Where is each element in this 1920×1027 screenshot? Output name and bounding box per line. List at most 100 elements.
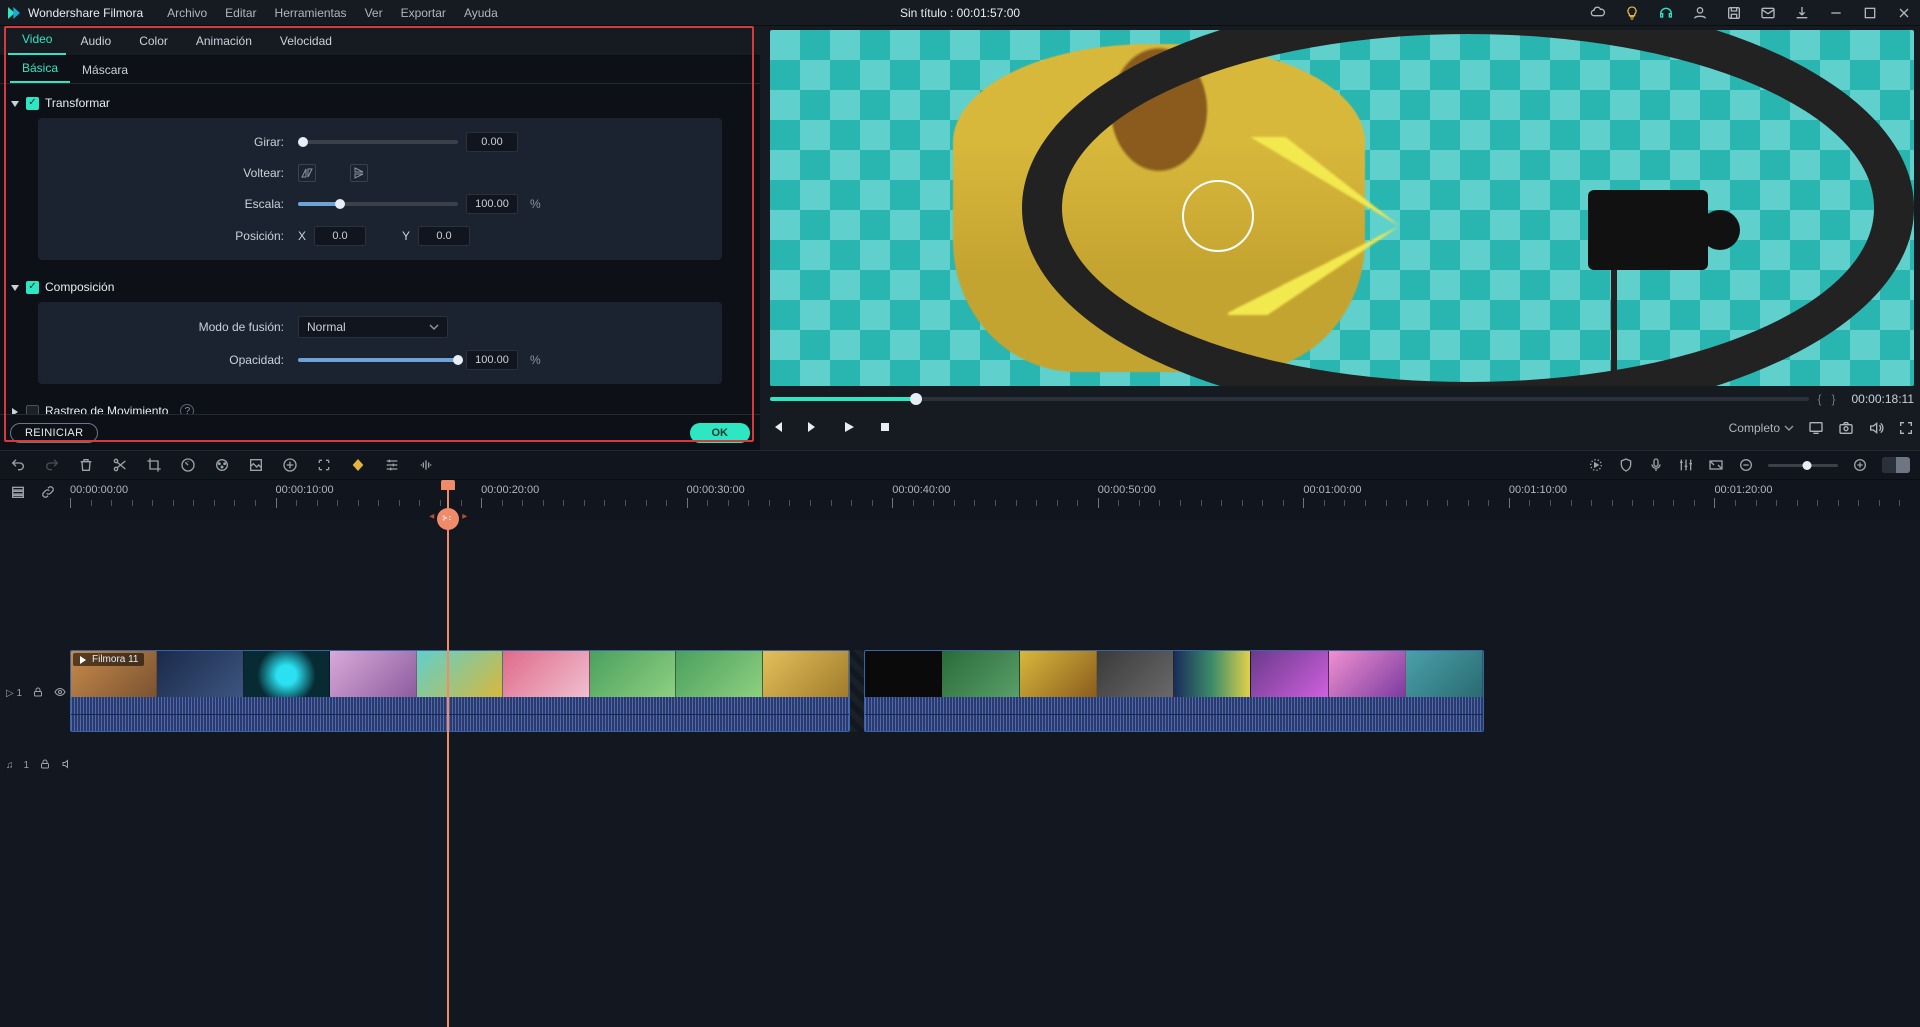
blend-mode-dropdown[interactable]: Normal (298, 316, 448, 338)
preview-viewport[interactable] (770, 30, 1914, 386)
mark-in-icon[interactable]: { (1815, 392, 1823, 406)
video-clip[interactable] (864, 650, 1484, 732)
mark-out-icon[interactable]: } (1829, 392, 1837, 406)
track-area[interactable]: Filmora 11 (70, 520, 1920, 1027)
main-content: Video Audio Color Animación Velocidad Bá… (0, 26, 1920, 450)
close-button[interactable] (1894, 3, 1914, 23)
timeline-ruler[interactable]: 00:00:00:0000:00:10:0000:00:20:0000:00:3… (70, 480, 1920, 520)
crop-icon[interactable] (146, 457, 162, 473)
redo-icon[interactable] (44, 457, 60, 473)
section-transform-body: Girar: Voltear: Escala: % Pos (38, 118, 722, 260)
tab-velocidad[interactable]: Velocidad (266, 27, 346, 55)
lightbulb-icon[interactable] (1622, 3, 1642, 23)
timeline-options-icon[interactable] (10, 484, 26, 500)
rotate-input[interactable] (466, 132, 518, 152)
preview-scrub-row: { } 00:00:18:11 (770, 390, 1914, 408)
panel-footer: REINICIAR OK (0, 414, 760, 450)
timeline-view-toggle[interactable] (1882, 457, 1910, 473)
ok-button[interactable]: OK (690, 423, 751, 443)
volume-icon[interactable] (1868, 420, 1884, 436)
menu-editar[interactable]: Editar (225, 6, 256, 20)
timeline-tracks: ▷ 1 ♫ 1 Filmora 11 (0, 520, 1920, 1027)
tab-animacion[interactable]: Animación (182, 27, 266, 55)
split-icon[interactable] (112, 457, 128, 473)
opacity-input[interactable] (466, 350, 518, 370)
tab-color[interactable]: Color (125, 27, 182, 55)
visibility-icon[interactable] (54, 686, 66, 701)
menu-ver[interactable]: Ver (365, 6, 383, 20)
voiceover-icon[interactable] (1648, 457, 1664, 473)
subtab-mascara[interactable]: Máscara (70, 57, 140, 83)
subtab-basica[interactable]: Básica (10, 55, 70, 83)
menu-archivo[interactable]: Archivo (167, 6, 207, 20)
zoom-in-icon[interactable] (1852, 457, 1868, 473)
link-icon[interactable] (40, 484, 56, 500)
tracking-marker[interactable] (1182, 180, 1254, 252)
display-icon[interactable] (1808, 420, 1824, 436)
play-button[interactable] (842, 420, 856, 437)
delete-icon[interactable] (78, 457, 94, 473)
playback-quality-dropdown[interactable]: Completo (1729, 421, 1794, 435)
lock-icon[interactable] (39, 758, 51, 773)
menu-exportar[interactable]: Exportar (401, 6, 446, 20)
speed-icon[interactable] (180, 457, 196, 473)
keyframe-icon[interactable] (350, 457, 366, 473)
section-motion-header[interactable]: Rastreo de Movimiento ? (8, 396, 752, 414)
mixer-icon[interactable] (1678, 457, 1694, 473)
color-icon[interactable] (214, 457, 230, 473)
headphone-icon[interactable] (1656, 3, 1676, 23)
section-transform-header[interactable]: Transformar (8, 88, 752, 118)
menu-herramientas[interactable]: Herramientas (275, 6, 347, 20)
properties-panel: Video Audio Color Animación Velocidad Bá… (0, 26, 760, 450)
download-icon[interactable] (1792, 3, 1812, 23)
tab-video[interactable]: Video (8, 25, 66, 55)
mail-icon[interactable] (1758, 3, 1778, 23)
zoom-out-icon[interactable] (1738, 457, 1754, 473)
flip-horizontal-button[interactable] (298, 164, 316, 182)
undo-icon[interactable] (10, 457, 26, 473)
playback-quality-value: Completo (1729, 421, 1780, 435)
next-frame-button[interactable] (806, 420, 820, 437)
rotate-slider[interactable] (298, 140, 458, 144)
help-icon[interactable]: ? (180, 404, 194, 414)
composition-checkbox[interactable] (26, 281, 39, 294)
pos-x-input[interactable] (314, 226, 366, 246)
ratio-icon[interactable] (1708, 457, 1724, 473)
caret-icon (10, 406, 20, 414)
detect-icon[interactable] (316, 457, 332, 473)
caret-icon (10, 282, 20, 292)
opacity-slider[interactable] (298, 358, 458, 362)
snapshot-icon[interactable] (1838, 420, 1854, 436)
ruler-time-label: 00:00:40:00 (892, 484, 950, 496)
stop-button[interactable] (878, 420, 892, 437)
motion-checkbox[interactable] (26, 405, 39, 415)
adjust-icon[interactable] (384, 457, 400, 473)
audio-sync-icon[interactable] (418, 457, 434, 473)
pos-x-label: X (298, 229, 306, 243)
minimize-button[interactable] (1826, 3, 1846, 23)
prev-frame-button[interactable] (770, 420, 784, 437)
fullscreen-icon[interactable] (1898, 420, 1914, 436)
scale-input[interactable] (466, 194, 518, 214)
pos-y-input[interactable] (418, 226, 470, 246)
transform-checkbox[interactable] (26, 97, 39, 110)
marker-shield-icon[interactable] (1618, 457, 1634, 473)
menu-ayuda[interactable]: Ayuda (464, 6, 498, 20)
reset-button[interactable]: REINICIAR (10, 423, 98, 443)
video-clip[interactable]: Filmora 11 (70, 650, 850, 732)
lock-icon[interactable] (32, 686, 44, 701)
maximize-button[interactable] (1860, 3, 1880, 23)
flip-vertical-button[interactable] (350, 164, 368, 182)
freeze-icon[interactable] (282, 457, 298, 473)
play-icon (78, 655, 88, 665)
render-icon[interactable] (1588, 457, 1604, 473)
scale-slider[interactable] (298, 202, 458, 206)
tab-audio[interactable]: Audio (66, 27, 125, 55)
greenscreen-icon[interactable] (248, 457, 264, 473)
zoom-slider[interactable] (1768, 464, 1838, 467)
section-composition-header[interactable]: Composición (8, 272, 752, 302)
cloud-icon[interactable] (1588, 3, 1608, 23)
user-icon[interactable] (1690, 3, 1710, 23)
save-icon[interactable] (1724, 3, 1744, 23)
preview-scrubber[interactable] (770, 397, 1809, 401)
